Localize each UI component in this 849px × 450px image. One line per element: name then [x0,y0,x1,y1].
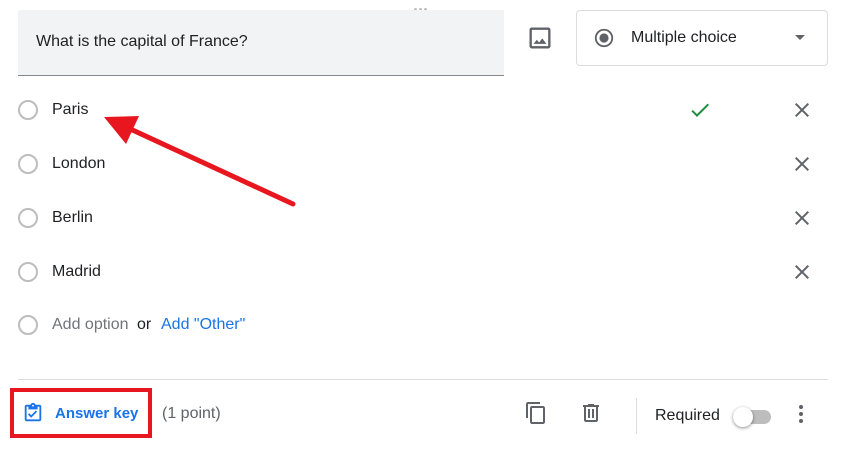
radio-icon [18,100,38,120]
option-row[interactable]: London [18,144,828,184]
points-label: (1 point) [162,405,221,422]
clipboard-check-icon [24,402,42,422]
answer-key-label: Answer key [55,405,139,422]
footer-divider [18,379,828,380]
required-toggle[interactable] [733,405,773,429]
close-icon[interactable] [790,206,814,230]
chevron-down-icon [795,35,805,40]
toggle-thumb [733,407,753,427]
question-text: What is the capital of France? [36,33,248,50]
delete-icon[interactable] [579,401,603,425]
answer-key-button[interactable]: Answer key [10,388,152,438]
radio-icon [18,315,38,335]
close-icon[interactable] [790,152,814,176]
radio-button-checked-icon [594,28,614,48]
option-label[interactable]: Paris [52,101,88,119]
question-type-dropdown[interactable]: Multiple choice [576,10,828,66]
image-icon [529,27,551,49]
add-other-link[interactable]: Add "Other" [161,316,245,334]
duplicate-icon[interactable] [524,401,548,425]
option-label[interactable]: London [52,155,105,173]
option-row[interactable]: Berlin [18,198,828,238]
check-icon[interactable] [688,98,712,122]
add-option-input[interactable]: Add option [52,316,129,334]
radio-icon [18,262,38,282]
close-icon[interactable] [790,98,814,122]
option-row[interactable]: Paris [18,90,828,130]
option-row[interactable]: Madrid [18,252,828,292]
footer-vertical-divider [636,398,637,434]
radio-icon [18,154,38,174]
more-vert-icon[interactable] [789,402,813,426]
question-title-field[interactable]: What is the capital of France? [18,10,504,76]
drag-handle-icon[interactable] [414,0,436,11]
question-type-label: Multiple choice [631,29,737,46]
close-icon[interactable] [790,260,814,284]
required-label: Required [655,407,720,424]
add-option-row: Add option or Add "Other" [18,305,828,345]
option-label[interactable]: Madrid [52,263,101,281]
or-text: or [137,316,152,333]
add-image-button[interactable] [526,24,554,52]
radio-icon [18,208,38,228]
option-label[interactable]: Berlin [52,209,93,227]
